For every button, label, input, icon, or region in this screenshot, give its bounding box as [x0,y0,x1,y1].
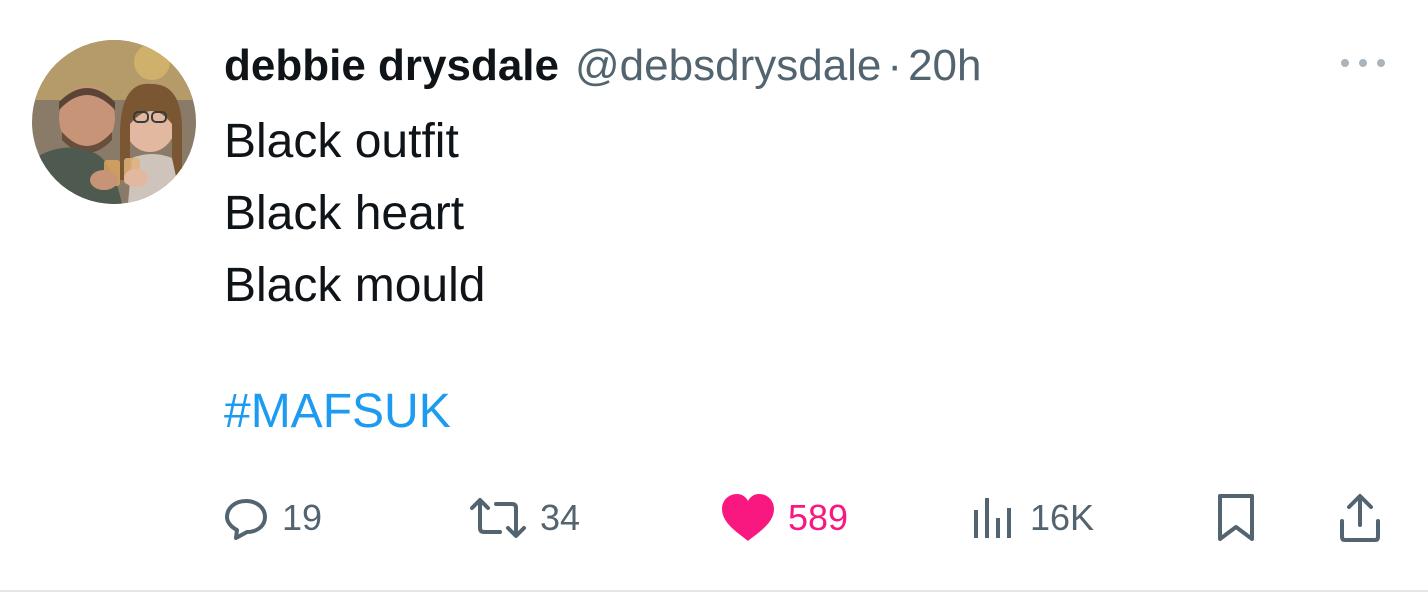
tweet-header: debbie drysdale @debsdrysdale · 20h [224,34,1384,98]
views-button[interactable]: 16K [970,488,1094,548]
like-count: 589 [788,497,849,538]
timestamp[interactable]: 20h [908,41,981,91]
views-count: 16K [1030,497,1095,538]
avatar-photo [32,40,196,204]
repost-icon [470,498,526,538]
tweet-content: debbie drysdale @debsdrysdale · 20h Blac… [224,34,1384,448]
tweet-line: Black outfit [224,115,459,168]
tweet: debbie drysdale @debsdrysdale · 20h Blac… [0,0,1428,600]
share-icon [1340,494,1380,542]
repost-count: 34 [540,497,581,538]
views-chart-icon [974,498,1011,538]
bookmark-icon [1218,494,1254,541]
line-break [224,322,1384,376]
heart-icon [722,494,774,541]
tweet-text: Black outfit Black heart Black mould #MA… [224,106,1384,448]
reply-count: 19 [282,497,323,538]
separator-dot: · [887,41,903,90]
more-options-button[interactable] [1338,48,1388,78]
avatar[interactable] [32,40,196,204]
share-button[interactable] [1338,488,1382,548]
tweet-line: Black heart [224,187,465,240]
divider [0,590,1428,592]
repost-button[interactable]: 34 [468,488,580,548]
reply-button[interactable]: 19 [222,488,322,548]
action-bar: 19 34 589 16K [222,488,1402,548]
author-name[interactable]: debbie drysdale [224,41,559,91]
more-options-icon [1341,59,1385,67]
bookmark-button[interactable] [1216,488,1256,548]
reply-icon [225,499,267,540]
like-button[interactable]: 589 [720,488,848,548]
author-handle[interactable]: @debsdrysdale [575,41,881,91]
hashtag-link[interactable]: #MAFSUK [224,376,1384,448]
tweet-line: Black mould [224,259,486,312]
